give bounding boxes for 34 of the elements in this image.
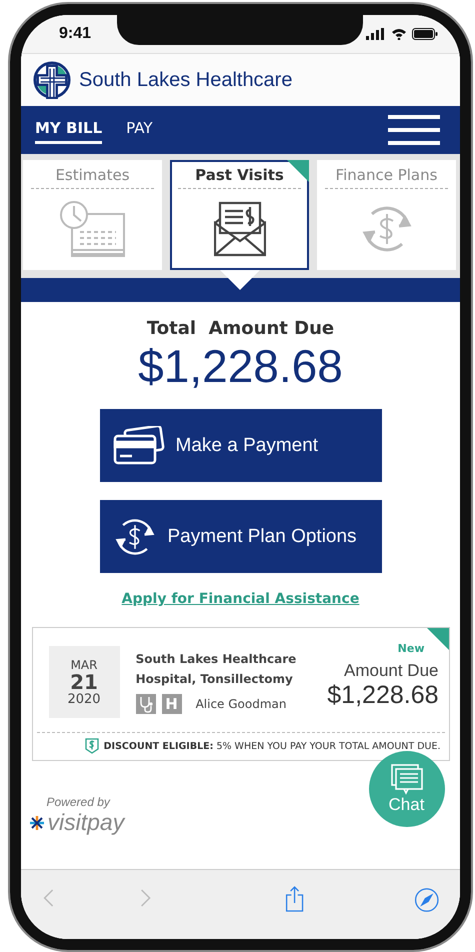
discount-tag-icon bbox=[84, 738, 99, 754]
app-title: South Lakes Healthcare bbox=[79, 68, 292, 92]
chat-bubble-icon bbox=[390, 763, 424, 795]
new-label: New bbox=[398, 642, 424, 655]
star-logo-icon bbox=[28, 814, 44, 830]
patient-name: Alice Goodman bbox=[196, 696, 286, 711]
payment-button[interactable]: Make a Payment bbox=[100, 409, 382, 482]
signal-icon bbox=[366, 28, 386, 40]
amount-due-label: Amount Due bbox=[344, 661, 438, 681]
powered-by-text: Powered by bbox=[46, 795, 112, 809]
section-tab[interactable]: Estimates bbox=[23, 160, 162, 270]
payment-button[interactable]: Payment Plan Options bbox=[100, 500, 382, 573]
cross-logo-icon bbox=[33, 61, 71, 99]
wifi-icon bbox=[391, 28, 407, 40]
amount-due-value: $1,228.68 bbox=[327, 681, 438, 710]
brand-logo-text: visitpay bbox=[48, 809, 124, 836]
hospital-badge: H bbox=[162, 694, 182, 714]
menu-icon[interactable] bbox=[388, 115, 440, 145]
stethoscope-icon bbox=[136, 694, 156, 714]
envelope-icon bbox=[214, 200, 266, 256]
visit-description: South Lakes Healthcare Hospital, Tonsillectomy bbox=[136, 651, 298, 688]
discount-text: DISCOUNT ELIGIBLE: 5% WHEN YOU PAY YOUR TOTAL AMOUNT DUE. bbox=[104, 740, 440, 752]
total-amount: $1,228.68 bbox=[138, 339, 343, 393]
battery-icon bbox=[412, 28, 438, 40]
nav-tab[interactable]: PAY bbox=[126, 116, 153, 144]
status-time: 9:41 bbox=[59, 25, 92, 43]
visit-date: MAR 21 2020 bbox=[48, 646, 120, 718]
clock-calendar-icon bbox=[58, 200, 128, 258]
total-label: Total Amount Due bbox=[146, 318, 334, 339]
nav-tab[interactable]: MY BILL bbox=[35, 116, 102, 144]
corner-flag-icon bbox=[426, 628, 448, 650]
credit-card-icon bbox=[112, 426, 166, 466]
section-tab[interactable]: Finance Plans bbox=[317, 160, 456, 270]
visit-card[interactable]: MAR 21 2020 South Lakes Healthcare Hospital, Tonsillectomy H Alice Goodman New Amount Due $1,228.68 DISCOUNT ELIGIBLE: 5% WHEN YOU PAY YOUR TOTAL AMOUNT DUE. bbox=[32, 627, 450, 761]
